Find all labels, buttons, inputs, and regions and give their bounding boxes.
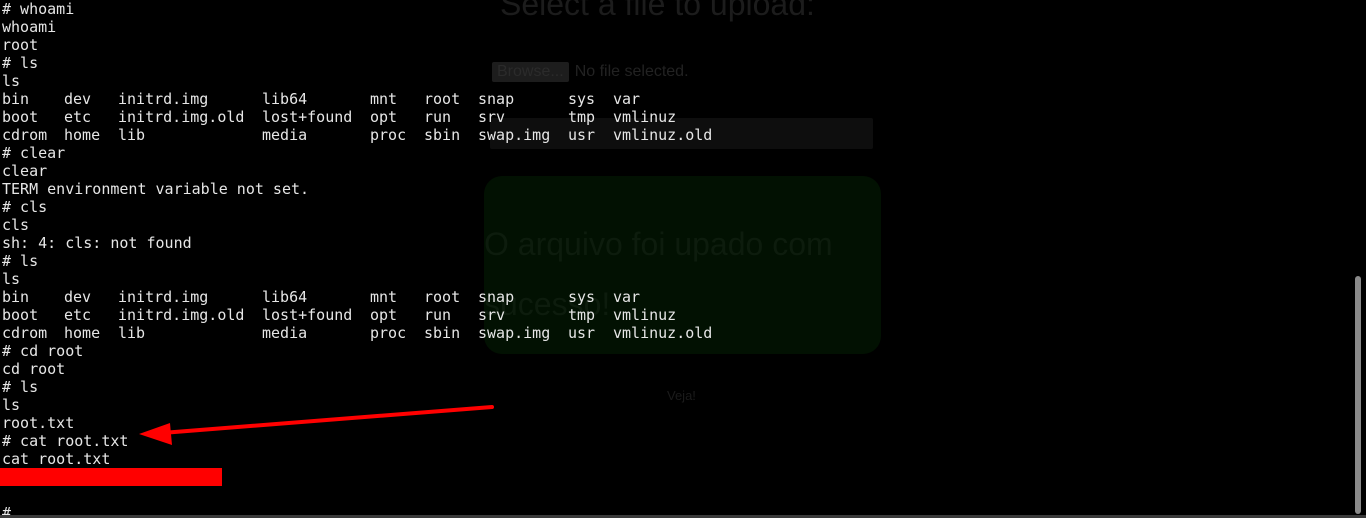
screen: Select a file to upload: Browse... No fi… <box>0 0 1366 518</box>
scrollbar-thumb[interactable] <box>1355 276 1361 514</box>
scrollbar[interactable] <box>1350 0 1366 518</box>
annotation-arrow-icon <box>139 405 494 445</box>
